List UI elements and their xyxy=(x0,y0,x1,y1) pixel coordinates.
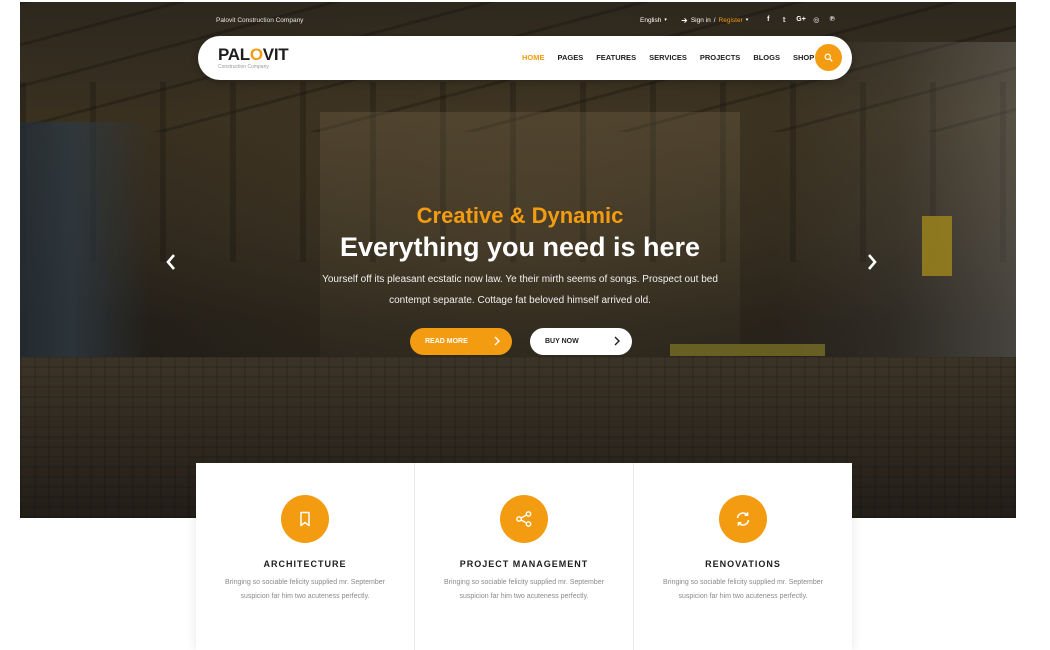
search-icon xyxy=(824,53,833,62)
nav-item-projects[interactable]: PROJECTS xyxy=(700,53,740,62)
site-logo[interactable]: PALOVIT Construction Company xyxy=(218,45,289,70)
read-more-label: READ MORE xyxy=(425,338,468,345)
service-card-architecture[interactable]: ARCHITECTURE Bringing so sociable felici… xyxy=(196,463,414,650)
register-link[interactable]: Register xyxy=(719,17,743,24)
account-separator: / xyxy=(713,16,716,24)
logo-tagline: Construction Company xyxy=(218,64,269,70)
hero-headline: Everything you need is here xyxy=(339,232,701,262)
nav-item-shop[interactable]: SHOP xyxy=(793,53,814,62)
instagram-icon[interactable]: ◎ xyxy=(812,16,820,24)
twitter-icon[interactable]: 𝕥 xyxy=(780,16,788,24)
topbar-right: English ▾ Sign in / Register ▾ f 𝕥 G+ ◎ … xyxy=(640,16,836,24)
chevron-right-icon xyxy=(614,336,620,346)
read-more-button[interactable]: READ MORE xyxy=(410,328,512,355)
chevron-right-icon xyxy=(494,336,500,346)
account-links: Sign in / Register ▾ xyxy=(681,17,748,24)
nav-item-pages[interactable]: PAGES xyxy=(558,53,584,62)
slider-prev-arrow[interactable] xyxy=(163,252,179,272)
facebook-icon[interactable]: f xyxy=(764,16,772,24)
sign-in-icon xyxy=(681,17,688,23)
service-card-project-management[interactable]: PROJECT MANAGEMENT Bringing so sociable … xyxy=(414,463,633,650)
company-name-small: Palovit Construction Company xyxy=(216,17,304,24)
slider-next-arrow[interactable] xyxy=(864,252,880,272)
logo-text: PALOVIT xyxy=(218,45,289,64)
share-icon xyxy=(500,495,548,543)
google-plus-icon[interactable]: G+ xyxy=(796,16,806,24)
social-links: f 𝕥 G+ ◎ ℗ xyxy=(764,16,836,24)
nav-item-blogs[interactable]: BLOGS xyxy=(753,53,780,62)
nav-menu: HOME PAGES FEATURES SERVICES PROJECTS BL… xyxy=(522,53,814,62)
nav-item-home[interactable]: HOME xyxy=(522,53,545,62)
hero-tagline: Creative & Dynamic xyxy=(416,203,624,228)
pinterest-icon[interactable]: ℗ xyxy=(828,16,836,24)
refresh-icon xyxy=(719,495,767,543)
service-title: PROJECT MANAGEMENT xyxy=(459,559,589,569)
buy-now-label: BUY NOW xyxy=(545,338,579,345)
service-card-renovations[interactable]: RENOVATIONS Bringing so sociable felicit… xyxy=(633,463,852,650)
buy-now-button[interactable]: BUY NOW xyxy=(530,328,632,355)
sign-in-link[interactable]: Sign in xyxy=(691,17,711,24)
service-title: RENOVATIONS xyxy=(705,559,781,569)
language-selector[interactable]: English ▾ xyxy=(640,17,667,24)
hero-paragraph: Yourself off its pleasant ecstatic now l… xyxy=(322,274,718,306)
chevron-down-icon: ▾ xyxy=(745,17,749,23)
service-title: ARCHITECTURE xyxy=(263,559,347,569)
top-bar: Palovit Construction Company English ▾ S… xyxy=(0,0,1050,34)
services-section: ARCHITECTURE Bringing so sociable felici… xyxy=(196,463,852,650)
main-navbar: PALOVIT Construction Company HOME PAGES … xyxy=(198,36,852,80)
nav-item-features[interactable]: FEATURES xyxy=(596,53,636,62)
service-description: Bringing so sociable felicity supplied m… xyxy=(444,579,604,600)
bookmark-icon xyxy=(281,495,329,543)
search-button[interactable] xyxy=(815,44,842,71)
language-label: English xyxy=(640,16,662,24)
chevron-down-icon: ▾ xyxy=(664,17,667,23)
nav-item-services[interactable]: SERVICES xyxy=(649,53,687,62)
service-description: Bringing so sociable felicity supplied m… xyxy=(225,579,385,600)
service-description: Bringing so sociable felicity supplied m… xyxy=(663,579,823,600)
